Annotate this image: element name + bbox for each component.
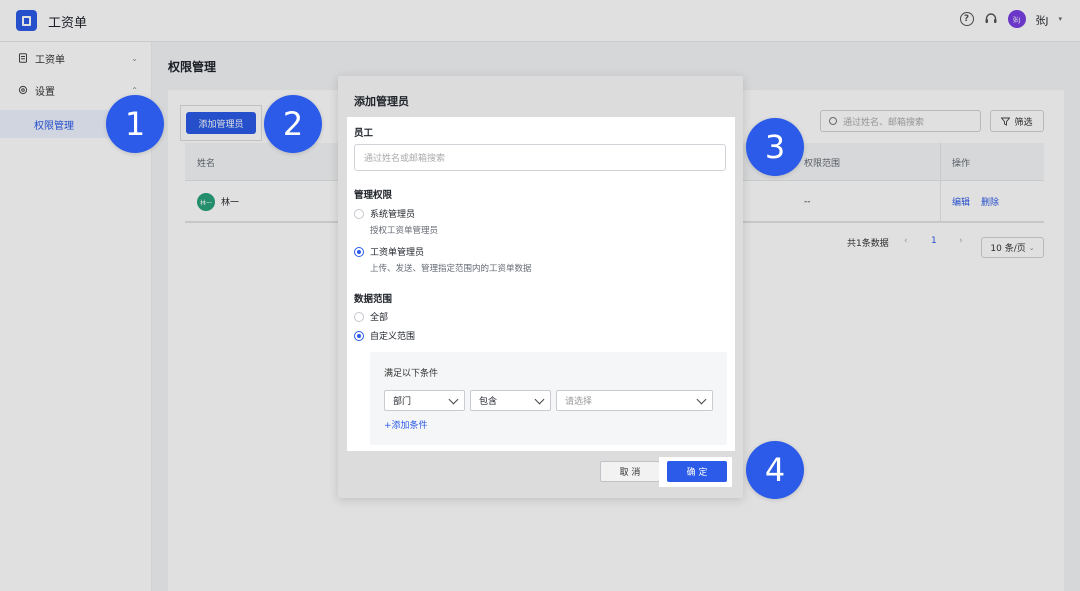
- chevron-down-icon: [696, 394, 707, 405]
- add-condition-link[interactable]: +添加条件: [384, 418, 428, 431]
- permission-label: 管理权限: [354, 190, 393, 201]
- confirm-button[interactable]: 确 定: [667, 461, 727, 482]
- step-marker-1: 1: [106, 95, 164, 153]
- add-admin-dialog: 添加管理员 员工 通过姓名或邮箱搜索 管理权限 系统管理员 授权工资单管理员 工…: [338, 76, 743, 498]
- scope-label: 数据范围: [354, 294, 393, 305]
- employee-placeholder: 通过姓名或邮箱搜索: [364, 154, 446, 164]
- condition-value-placeholder: 请选择: [565, 397, 593, 407]
- step-marker-2: 2: [264, 95, 322, 153]
- option-scope-custom[interactable]: 自定义范围: [370, 329, 415, 342]
- chevron-down-icon: [448, 394, 459, 405]
- dialog-title: 添加管理员: [354, 95, 409, 108]
- option-system-admin-desc: 授权工资单管理员: [370, 226, 439, 236]
- condition-panel: 满足以下条件 部门 包含 请选择 +添加条件: [370, 352, 727, 445]
- dialog-body: 员工 通过姓名或邮箱搜索 管理权限 系统管理员 授权工资单管理员 工资单管理员 …: [347, 117, 735, 451]
- option-payroll-admin[interactable]: 工资单管理员: [370, 245, 424, 258]
- chevron-down-icon: [534, 394, 545, 405]
- step-marker-3: 3: [746, 118, 804, 176]
- employee-label: 员工: [354, 128, 374, 139]
- radio-payroll-admin[interactable]: [354, 247, 364, 257]
- option-payroll-admin-desc: 上传、发送、管理指定范围内的工资单数据: [370, 264, 532, 274]
- condition-title: 满足以下条件: [384, 369, 439, 379]
- step-marker-4: 4: [746, 441, 804, 499]
- radio-scope-custom[interactable]: [354, 331, 364, 341]
- employee-search-input[interactable]: 通过姓名或邮箱搜索: [354, 144, 726, 171]
- condition-operator-value: 包含: [479, 397, 498, 407]
- condition-operator-select[interactable]: 包含: [470, 390, 551, 411]
- cancel-button[interactable]: 取 消: [600, 461, 660, 482]
- radio-system-admin[interactable]: [354, 209, 364, 219]
- condition-value-select[interactable]: 请选择: [556, 390, 713, 411]
- condition-field-value: 部门: [393, 397, 412, 407]
- radio-scope-all[interactable]: [354, 312, 364, 322]
- option-scope-all[interactable]: 全部: [370, 310, 388, 323]
- condition-field-select[interactable]: 部门: [384, 390, 465, 411]
- option-system-admin[interactable]: 系统管理员: [370, 207, 415, 220]
